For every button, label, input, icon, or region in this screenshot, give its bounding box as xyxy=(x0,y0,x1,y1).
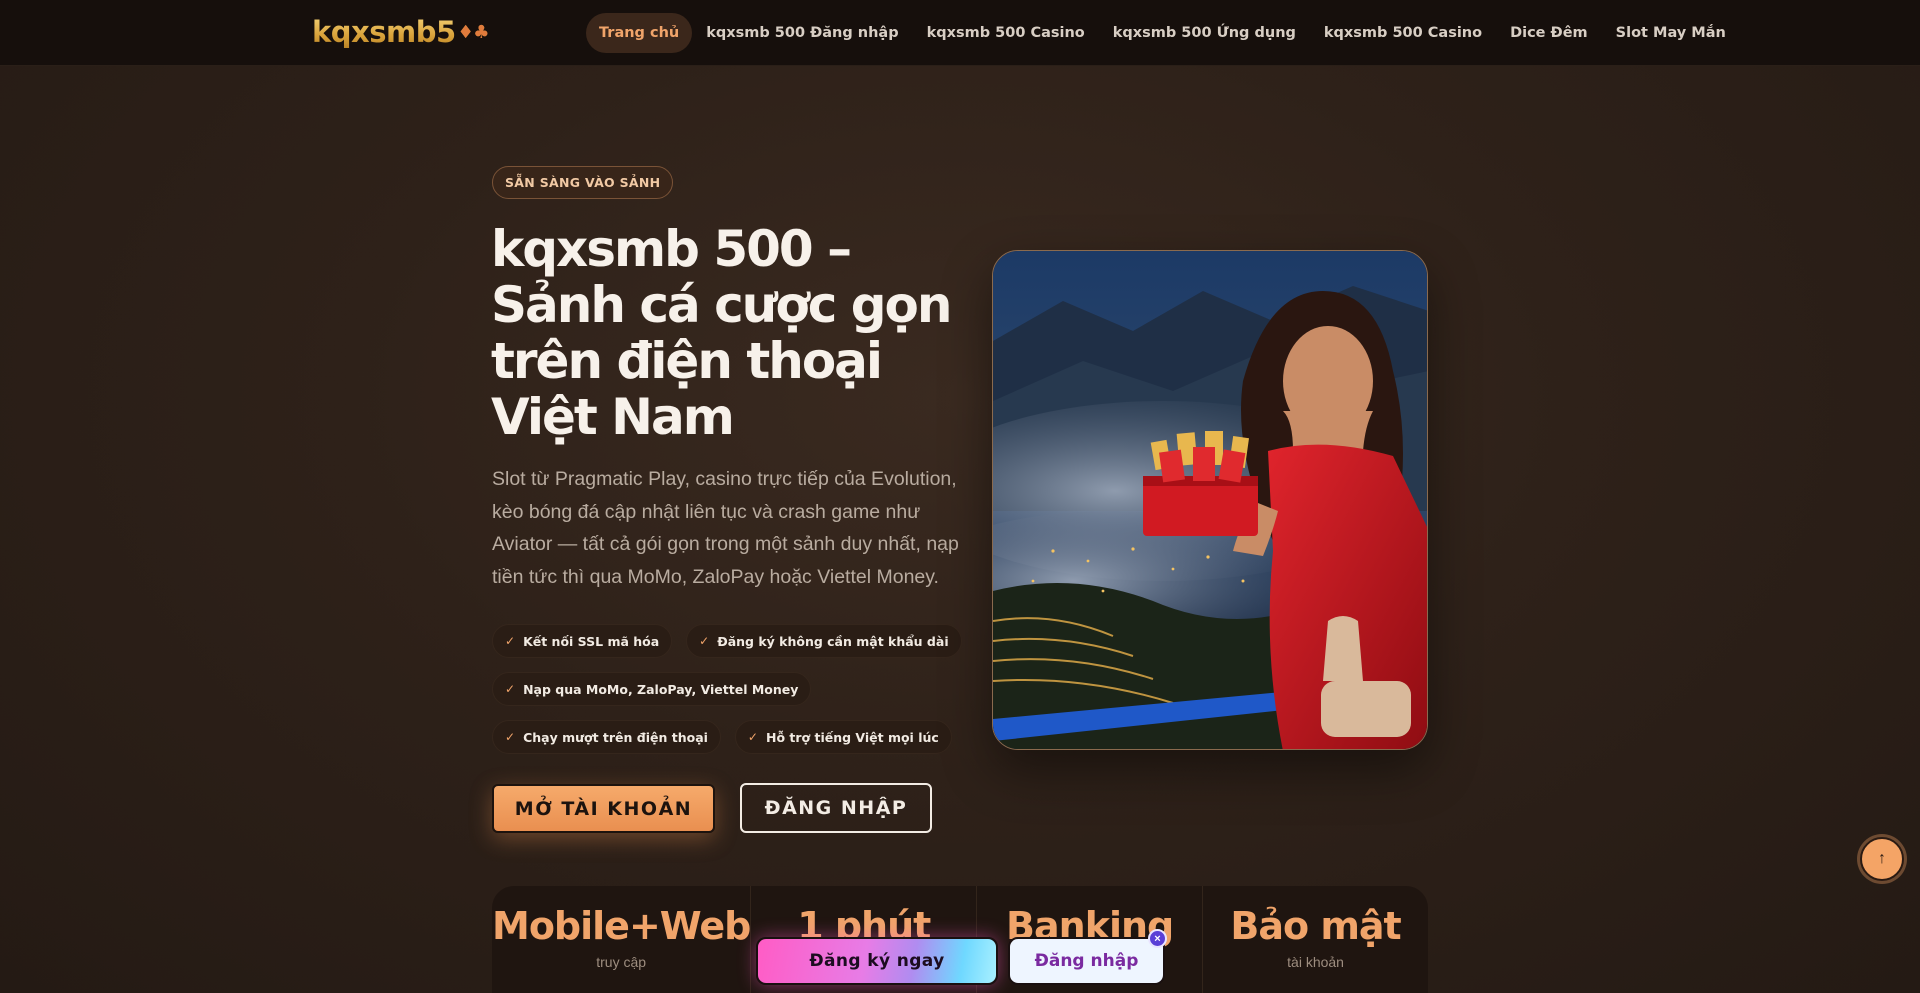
feature-chips: ✓ Kết nối SSL mã hóa ✓ Đăng ký không cần… xyxy=(492,624,972,768)
check-icon: ✓ xyxy=(505,634,516,648)
hero-badge: SẴN SÀNG VÀO SẢNH xyxy=(492,166,674,199)
stat-value: Bảo mật xyxy=(1230,904,1401,948)
floating-login-button[interactable]: Đăng nhập xyxy=(1008,937,1165,985)
feature-chip: ✓ Kết nối SSL mã hóa xyxy=(492,624,673,658)
site-logo[interactable]: kqxsmb5 ♦♣ xyxy=(312,14,490,50)
stat-item: Mobile+Web truy cập xyxy=(492,886,751,993)
hero-title: kqxsmb 500 – Sảnh cá cược gọn trên điện … xyxy=(491,220,953,446)
scroll-top-button[interactable]: ↑ xyxy=(1860,837,1904,881)
feature-chip: ✓ Hỗ trợ tiếng Việt mọi lúc xyxy=(734,720,952,754)
stat-value: Mobile+Web xyxy=(492,904,751,948)
close-icon[interactable]: × xyxy=(1148,929,1167,948)
hero-description: Slot từ Pragmatic Play, casino trực tiếp… xyxy=(492,468,959,588)
nav-item-app[interactable]: kqxsmb 500 Ứng dụng xyxy=(1099,13,1310,53)
nav-item-casino[interactable]: kqxsmb 500 Casino xyxy=(913,13,1099,53)
check-icon: ✓ xyxy=(505,682,516,696)
feature-chip: ✓ Chạy mượt trên điện thoại xyxy=(492,720,721,754)
stat-label: tài khoản xyxy=(1287,954,1344,970)
nav-item-slot[interactable]: Slot May Mắn xyxy=(1602,13,1740,53)
check-icon: ✓ xyxy=(747,730,758,744)
nav-item-casino-2[interactable]: kqxsmb 500 Casino xyxy=(1310,13,1496,53)
check-icon: ✓ xyxy=(699,634,710,648)
nav-item-dice[interactable]: Dice Đêm xyxy=(1496,13,1602,53)
check-icon: ✓ xyxy=(505,730,516,744)
stat-item: Bảo mật tài khoản xyxy=(1203,886,1428,993)
login-button[interactable]: ĐĂNG NHẬP xyxy=(740,783,932,833)
floating-register-button[interactable]: Đăng ký ngay xyxy=(756,937,998,985)
top-navbar: kqxsmb5 ♦♣ Trang chủ kqxsmb 500 Đăng nhậ… xyxy=(0,0,1920,66)
hero-image xyxy=(992,250,1428,750)
feature-chip: ✓ Nạp qua MoMo, ZaloPay, Viettel Money xyxy=(492,672,812,706)
nav-item-login[interactable]: kqxsmb 500 Đăng nhập xyxy=(692,13,912,53)
logo-text: kqxsmb5 xyxy=(312,15,456,49)
feature-chip: ✓ Đăng ký không cần mật khẩu dài xyxy=(686,624,962,658)
main-nav: Trang chủ kqxsmb 500 Đăng nhập kqxsmb 50… xyxy=(586,13,1740,53)
logo-suits-icon: ♦♣ xyxy=(457,21,490,43)
stat-label: truy cập xyxy=(596,954,647,970)
nav-item-home[interactable]: Trang chủ xyxy=(586,13,693,53)
open-account-button[interactable]: MỞ TÀI KHOẢN xyxy=(492,784,715,833)
